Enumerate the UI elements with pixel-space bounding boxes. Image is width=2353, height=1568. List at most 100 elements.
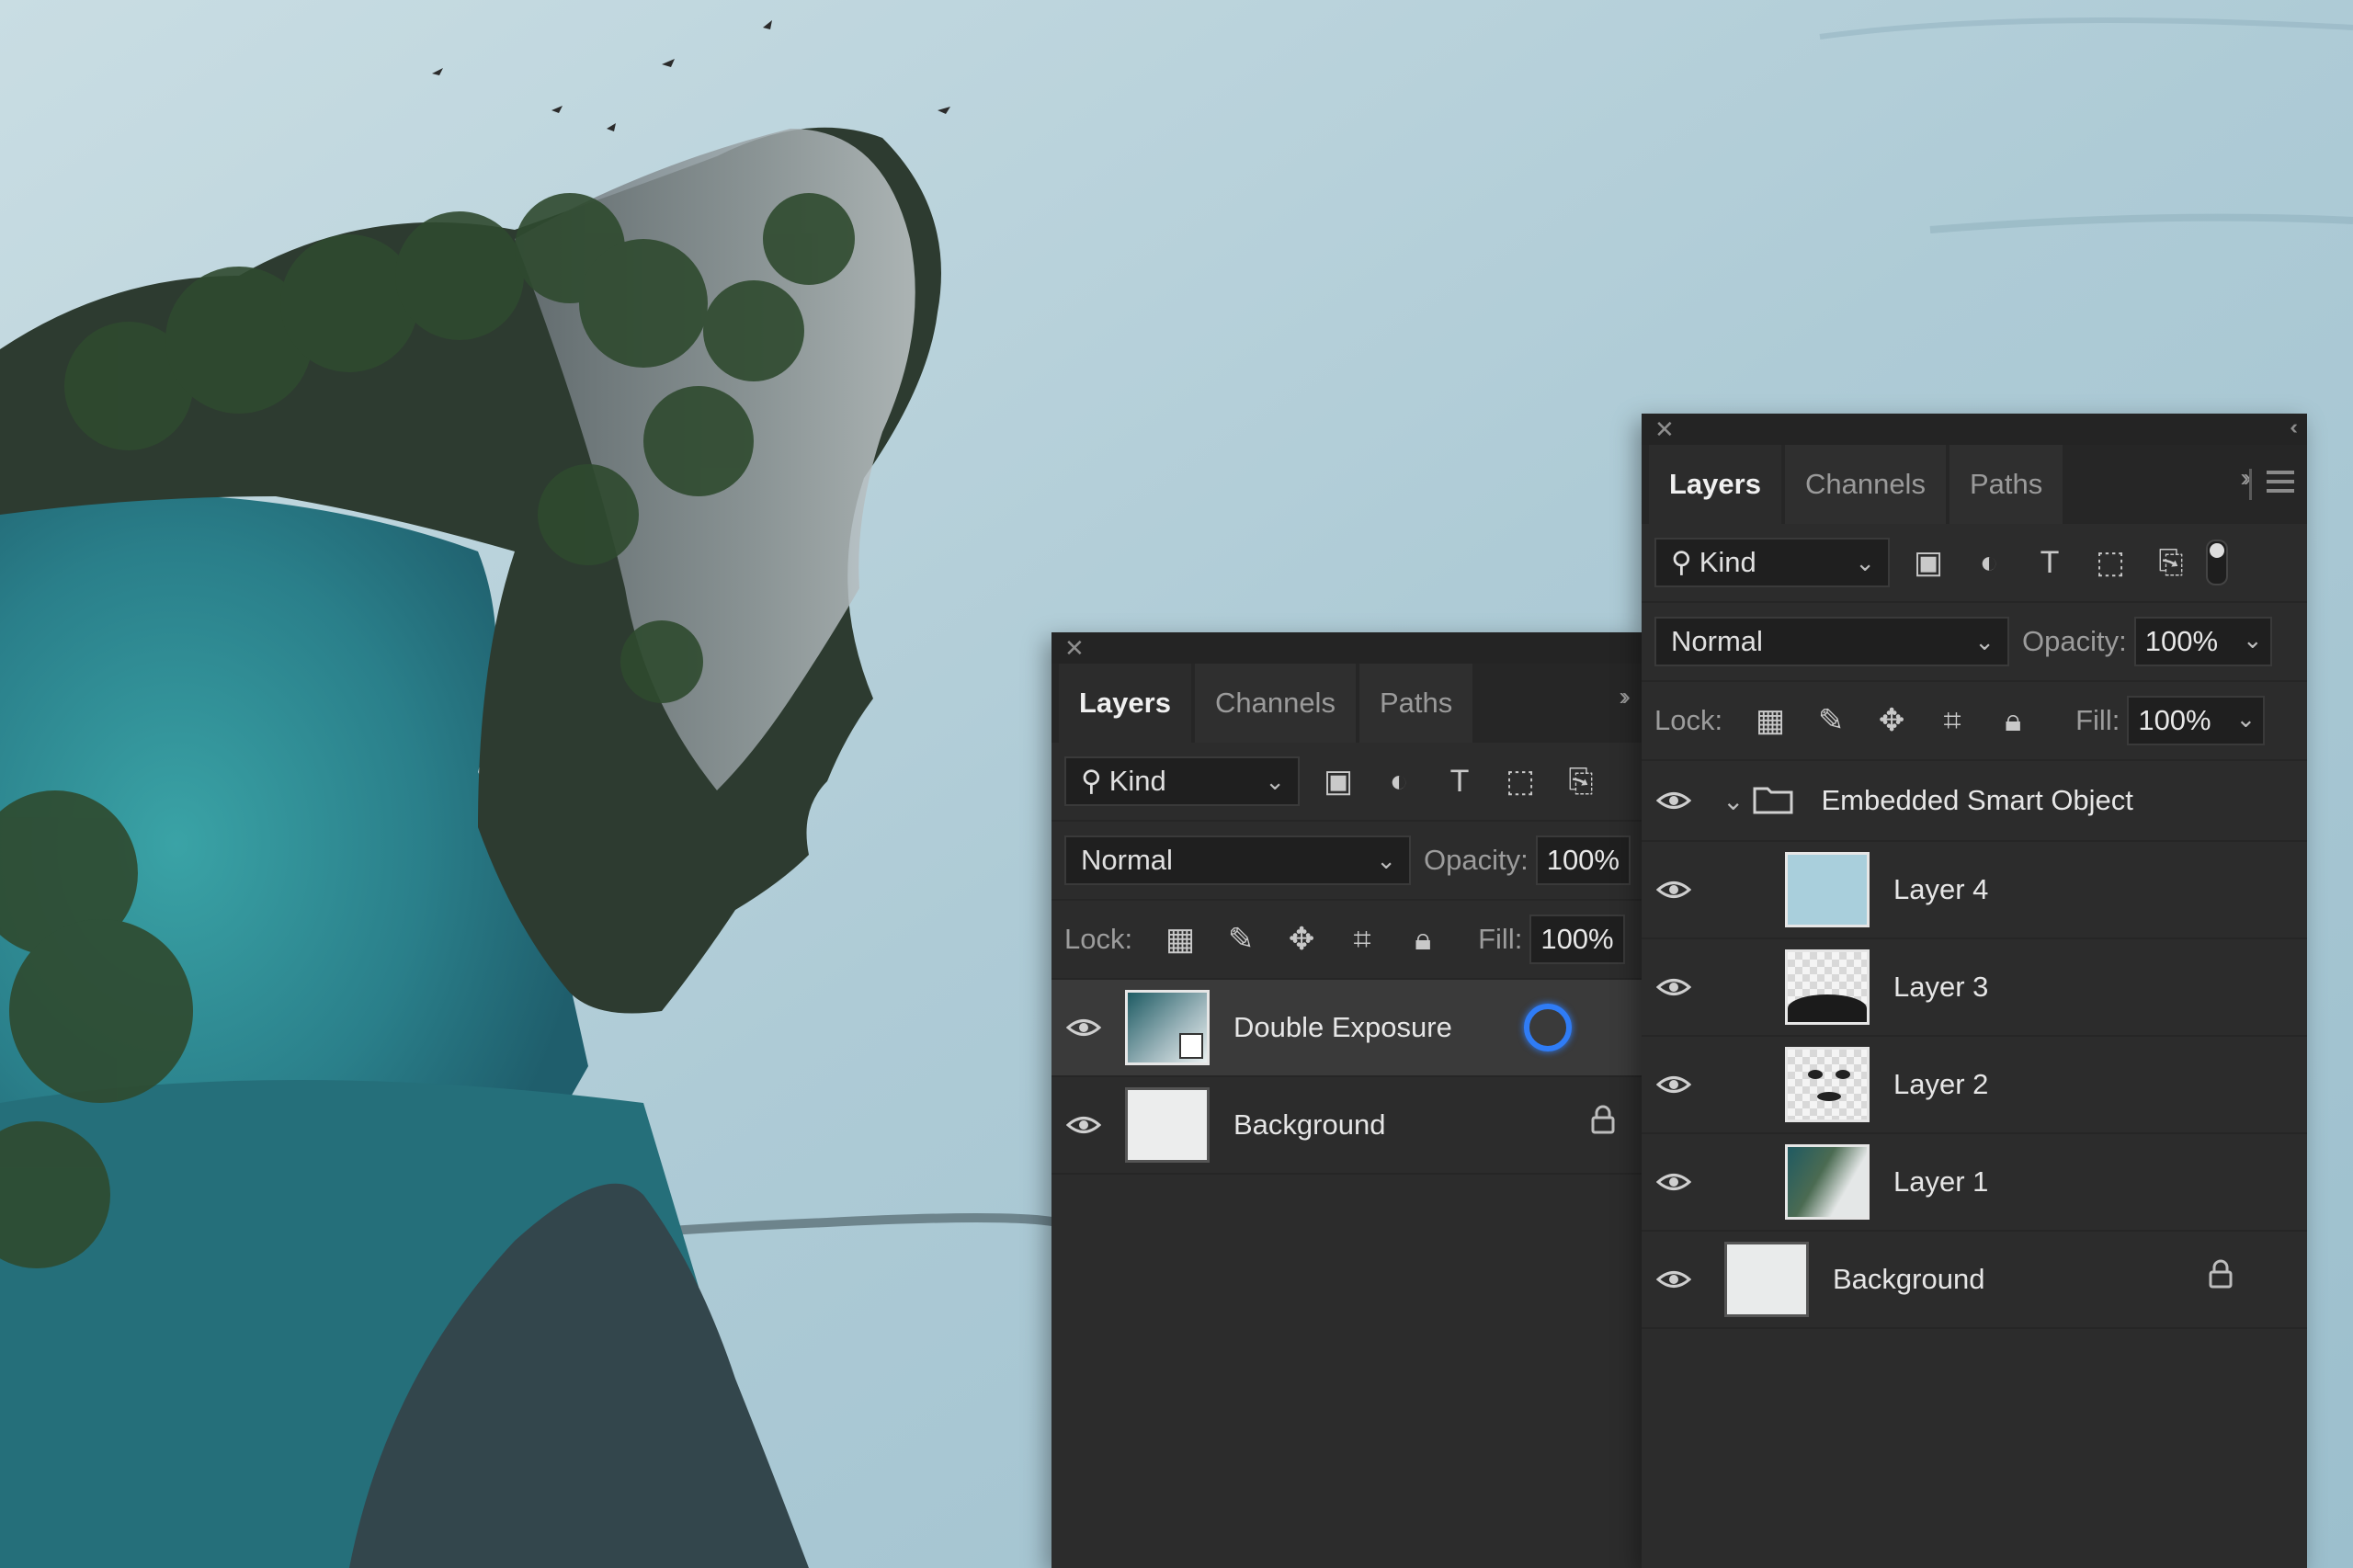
panel-tabs: Layers Channels Paths ›› [1051, 664, 1643, 743]
chevron-down-icon: ⌄ [1855, 549, 1875, 576]
eye-icon[interactable] [1642, 790, 1706, 811]
opacity-label: Opacity: [2022, 625, 2127, 657]
search-icon: ⚲ [1081, 765, 1102, 797]
smart-object-filter-icon[interactable]: ⎘ [1559, 759, 1603, 803]
eye-icon[interactable] [1051, 1115, 1116, 1135]
layer-thumbnail [1125, 990, 1210, 1065]
filter-row: ⚲ Kind ⌄ ▣ ◐ T ⬚ ⎘ [1051, 743, 1643, 822]
tab-paths[interactable]: Paths [1358, 664, 1473, 743]
layer-row-layer-1[interactable]: Layer 1 [1642, 1134, 2307, 1232]
panel-menu-icon[interactable] [2267, 471, 2294, 493]
layer-row-layer-4[interactable]: Layer 4 [1642, 842, 2307, 939]
layer-name[interactable]: Embedded Smart Object [1821, 784, 2132, 817]
opacity-input[interactable]: 100% ⌄ [2133, 617, 2272, 666]
lock-artboard-icon[interactable]: ⌗ [1340, 917, 1384, 961]
layer-row-layer-2[interactable]: Layer 2 [1642, 1037, 2307, 1134]
layer-name[interactable]: Layer 2 [1893, 1068, 1988, 1101]
layer-thumbnail [1125, 1087, 1210, 1163]
lock-move-icon[interactable]: ✥ [1870, 699, 1914, 743]
smart-object-filter-icon[interactable]: ⎘ [2149, 540, 2193, 585]
lock-all-icon[interactable]: 🔒︎ [1991, 699, 2035, 743]
lock-pixels-icon[interactable]: ▦ [1158, 917, 1202, 961]
tab-channels[interactable]: Channels [1784, 445, 1946, 524]
lock-all-icon[interactable]: 🔒︎ [1401, 917, 1445, 961]
expand-icon[interactable]: ›› [2240, 463, 2251, 493]
chevron-down-icon: ⌄ [1376, 846, 1396, 874]
fill-input[interactable]: 100% [1529, 915, 1625, 964]
eye-icon[interactable] [1642, 1269, 1706, 1290]
adjustment-filter-icon[interactable]: ◐ [1967, 540, 2011, 585]
tab-paths[interactable]: Paths [1949, 445, 2063, 524]
collapse-icon[interactable]: ›› [1619, 682, 1630, 711]
adjustment-filter-icon[interactable]: ◐ [1377, 759, 1421, 803]
layer-row-background[interactable]: Background [1051, 1077, 1643, 1175]
layer-name[interactable]: Layer 4 [1893, 873, 1988, 906]
fill-label: Fill: [2075, 704, 2120, 736]
eye-icon[interactable] [1642, 1074, 1706, 1095]
type-filter-icon[interactable]: T [1438, 759, 1482, 803]
cursor-ring-icon [1524, 1004, 1572, 1051]
fill-input[interactable]: 100% ⌄ [2127, 696, 2266, 745]
tab-layers[interactable]: Layers [1649, 445, 1781, 524]
lock-row: Lock: ▦ ✎ ✥ ⌗ 🔒︎ Fill: 100% [1051, 901, 1643, 980]
eye-icon[interactable] [1642, 880, 1706, 900]
chevron-down-icon: ⌄ [1265, 767, 1285, 795]
close-icon[interactable]: ✕ [1654, 415, 1675, 443]
image-filter-icon[interactable]: ▣ [1316, 759, 1360, 803]
eye-icon[interactable] [1051, 1017, 1116, 1038]
lock-icon [1590, 1105, 1616, 1139]
layer-name[interactable]: Background [1833, 1263, 1984, 1296]
chevron-down-icon[interactable]: ⌄ [2236, 705, 2256, 733]
image-filter-icon[interactable]: ▣ [1906, 540, 1950, 585]
layer-name[interactable]: Layer 1 [1893, 1165, 1988, 1199]
blend-mode-value: Normal [1081, 844, 1173, 876]
layer-thumbnail [1785, 1047, 1870, 1122]
lock-move-icon[interactable]: ✥ [1279, 917, 1324, 961]
tab-channels[interactable]: Channels [1194, 664, 1356, 743]
fill-value: 100% [2138, 704, 2211, 736]
smart-object-badge-icon [1179, 1033, 1203, 1059]
blend-mode-value: Normal [1671, 625, 1763, 657]
type-filter-icon[interactable]: T [2028, 540, 2072, 585]
panel-titlebar: ✕ ‹‹ [1642, 414, 2307, 445]
lock-artboard-icon[interactable]: ⌗ [1930, 699, 1974, 743]
search-icon: ⚲ [1671, 546, 1692, 578]
layer-row-background[interactable]: Background [1642, 1232, 2307, 1329]
layer-group-embedded-smart-object[interactable]: ⌄ Embedded Smart Object [1642, 761, 2307, 842]
filter-kind-dropdown[interactable]: ⚲ Kind ⌄ [1654, 538, 1890, 587]
chevron-down-icon[interactable]: ⌄ [1722, 786, 1744, 816]
close-icon[interactable]: ✕ [1064, 634, 1085, 662]
filter-kind-dropdown[interactable]: ⚲ Kind ⌄ [1064, 756, 1300, 806]
blend-row: Normal ⌄ Opacity: 100% ⌄ [1642, 603, 2307, 682]
divider [2249, 469, 2252, 500]
layers-panel-large: ✕ ‹‹ Layers Channels Paths ›› ⚲ Kind ⌄ ▣… [1642, 414, 2307, 1568]
layer-row-double-exposure[interactable]: Double Exposure [1051, 980, 1643, 1077]
shape-filter-icon[interactable]: ⬚ [1498, 759, 1542, 803]
chevron-down-icon[interactable]: ⌄ [2243, 626, 2263, 654]
lock-icon [2208, 1259, 2234, 1293]
collapse-icon[interactable]: ‹‹ [2290, 415, 2297, 439]
layer-name[interactable]: Layer 3 [1893, 971, 1988, 1004]
chevron-down-icon: ⌄ [1974, 628, 1995, 655]
layer-name[interactable]: Double Exposure [1233, 1011, 1452, 1044]
filter-kind-label: Kind [1108, 765, 1166, 797]
lock-label: Lock: [1064, 923, 1133, 955]
eye-icon[interactable] [1642, 977, 1706, 997]
layer-thumbnail [1785, 949, 1870, 1025]
lock-paint-icon[interactable]: ✎ [1219, 917, 1263, 961]
filter-row: ⚲ Kind ⌄ ▣ ◐ T ⬚ ⎘ [1642, 524, 2307, 603]
layer-thumbnail [1724, 1242, 1809, 1317]
shape-filter-icon[interactable]: ⬚ [2088, 540, 2132, 585]
lock-pixels-icon[interactable]: ▦ [1748, 699, 1792, 743]
lock-paint-icon[interactable]: ✎ [1809, 699, 1853, 743]
layer-row-layer-3[interactable]: Layer 3 [1642, 939, 2307, 1037]
layer-name[interactable]: Background [1233, 1108, 1385, 1142]
blend-mode-dropdown[interactable]: Normal ⌄ [1654, 617, 2009, 666]
filter-toggle[interactable] [2206, 540, 2228, 585]
opacity-input[interactable]: 100% [1535, 835, 1631, 885]
eye-icon[interactable] [1642, 1172, 1706, 1192]
blend-row: Normal ⌄ Opacity: 100% [1051, 822, 1643, 901]
opacity-label: Opacity: [1423, 844, 1529, 876]
blend-mode-dropdown[interactable]: Normal ⌄ [1064, 835, 1411, 885]
tab-layers[interactable]: Layers [1059, 664, 1191, 743]
